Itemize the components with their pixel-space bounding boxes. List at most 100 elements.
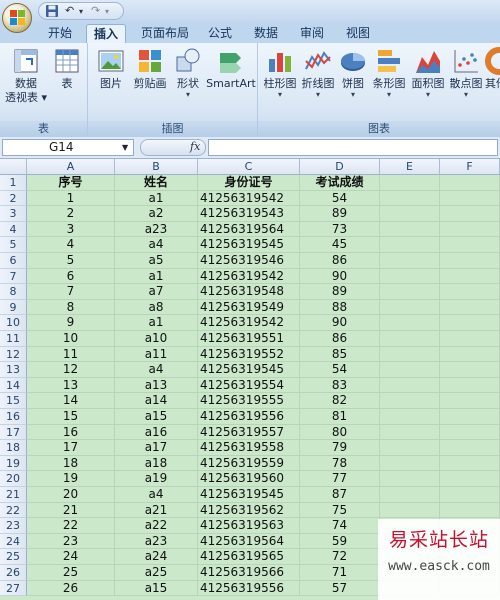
row-header[interactable]: 26 — [0, 565, 27, 581]
cell-d8[interactable]: 89 — [300, 284, 380, 300]
insert-function-button[interactable]: fx — [190, 140, 200, 153]
cell-d7[interactable]: 90 — [300, 268, 380, 285]
cell-f20[interactable] — [440, 471, 500, 487]
row-header[interactable]: 5 — [0, 237, 27, 253]
cell-b19[interactable]: a18 — [115, 455, 198, 472]
cell-a26[interactable]: 25 — [27, 565, 115, 581]
cell-f18[interactable] — [440, 440, 500, 456]
cell-c2[interactable]: 41256319542 — [198, 190, 300, 207]
column-header-d[interactable]: D — [300, 159, 380, 175]
row-header[interactable]: 7 — [0, 268, 27, 285]
cell-f10[interactable] — [440, 315, 500, 331]
cell-e1[interactable] — [380, 175, 440, 191]
office-button[interactable] — [2, 3, 32, 33]
cell-c22[interactable]: 41256319562 — [198, 502, 300, 519]
cell-d20[interactable]: 77 — [300, 471, 380, 487]
cell-e10[interactable] — [380, 315, 440, 331]
cell-a10[interactable]: 9 — [27, 315, 115, 331]
row-header[interactable]: 13 — [0, 362, 27, 378]
cell-c18[interactable]: 41256319558 — [198, 440, 300, 456]
select-all-corner[interactable] — [0, 159, 27, 175]
cell-b16[interactable]: a15 — [115, 409, 198, 425]
cell-e17[interactable] — [380, 424, 440, 441]
cell-c6[interactable]: 41256319546 — [198, 253, 300, 269]
bar-chart-button[interactable]: 条形图 ▾ — [369, 47, 409, 99]
tab-home[interactable]: 开始 — [40, 24, 80, 43]
tab-insert[interactable]: 插入 — [86, 24, 126, 43]
cell-d23[interactable]: 74 — [300, 518, 380, 534]
cell-a6[interactable]: 5 — [27, 253, 115, 269]
cell-b2[interactable]: a1 — [115, 190, 198, 207]
cell-e14[interactable] — [380, 377, 440, 394]
cell-f11[interactable] — [440, 331, 500, 347]
row-header[interactable]: 12 — [0, 346, 27, 363]
cell-c27[interactable]: 41256319556 — [198, 580, 300, 597]
row-header[interactable]: 18 — [0, 440, 27, 456]
cell-b21[interactable]: a4 — [115, 487, 198, 503]
cell-b14[interactable]: a13 — [115, 377, 198, 394]
picture-button[interactable]: 图片 — [94, 47, 128, 91]
row-header[interactable]: 6 — [0, 253, 27, 269]
cell-e7[interactable] — [380, 268, 440, 285]
cell-a25[interactable]: 24 — [27, 549, 115, 565]
row-header[interactable]: 23 — [0, 518, 27, 534]
row-header[interactable]: 9 — [0, 299, 27, 316]
cell-e2[interactable] — [380, 190, 440, 207]
row-header[interactable]: 17 — [0, 424, 27, 441]
cell-a4[interactable]: 3 — [27, 221, 115, 238]
clipart-button[interactable]: 剪贴画 — [130, 47, 170, 91]
other-chart-button[interactable]: 其他 — [485, 47, 500, 91]
scatter-chart-button[interactable]: 散点图 ▾ — [447, 47, 485, 99]
cell-f13[interactable] — [440, 362, 500, 378]
cell-b22[interactable]: a21 — [115, 502, 198, 519]
cell-b11[interactable]: a10 — [115, 331, 198, 347]
cell-c25[interactable]: 41256319565 — [198, 549, 300, 565]
name-box-dropdown-icon[interactable]: ▼ — [122, 143, 128, 152]
cell-d10[interactable]: 90 — [300, 315, 380, 331]
cell-e13[interactable] — [380, 362, 440, 378]
cell-d24[interactable]: 59 — [300, 533, 380, 550]
cell-b17[interactable]: a16 — [115, 424, 198, 441]
cell-d15[interactable]: 82 — [300, 393, 380, 409]
tab-page-layout[interactable]: 页面布局 — [136, 24, 194, 43]
cell-c24[interactable]: 41256319564 — [198, 533, 300, 550]
cell-e6[interactable] — [380, 253, 440, 269]
cell-a17[interactable]: 16 — [27, 424, 115, 441]
cell-a5[interactable]: 4 — [27, 237, 115, 253]
area-chart-button[interactable]: 面积图 ▾ — [409, 47, 447, 99]
cell-d18[interactable]: 79 — [300, 440, 380, 456]
cell-b10[interactable]: a1 — [115, 315, 198, 331]
undo-button[interactable]: ↶ — [65, 4, 74, 17]
cell-d11[interactable]: 86 — [300, 331, 380, 347]
cell-c3[interactable]: 41256319543 — [198, 206, 300, 222]
cell-b20[interactable]: a19 — [115, 471, 198, 487]
cell-a12[interactable]: 11 — [27, 346, 115, 363]
column-header-a[interactable]: A — [27, 159, 115, 175]
cell-d3[interactable]: 89 — [300, 206, 380, 222]
cell-f15[interactable] — [440, 393, 500, 409]
cell-d27[interactable]: 57 — [300, 580, 380, 597]
cell-e4[interactable] — [380, 221, 440, 238]
cell-b4[interactable]: a23 — [115, 221, 198, 238]
cell-a22[interactable]: 21 — [27, 502, 115, 519]
column-header-f[interactable]: F — [440, 159, 500, 175]
cell-f22[interactable] — [440, 502, 500, 519]
cell-c4[interactable]: 41256319564 — [198, 221, 300, 238]
cell-b27[interactable]: a15 — [115, 580, 198, 597]
cell-d2[interactable]: 54 — [300, 190, 380, 207]
row-header[interactable]: 11 — [0, 331, 27, 347]
cell-a27[interactable]: 26 — [27, 580, 115, 597]
cell-b1[interactable]: 姓名 — [115, 175, 198, 191]
cell-c15[interactable]: 41256319555 — [198, 393, 300, 409]
row-header[interactable]: 1 — [0, 175, 27, 191]
cell-c16[interactable]: 41256319556 — [198, 409, 300, 425]
cell-c23[interactable]: 41256319563 — [198, 518, 300, 534]
cell-c11[interactable]: 41256319551 — [198, 331, 300, 347]
cell-e20[interactable] — [380, 471, 440, 487]
cell-c19[interactable]: 41256319559 — [198, 455, 300, 472]
save-icon[interactable] — [45, 4, 59, 21]
redo-button[interactable]: ↷ — [91, 4, 100, 17]
cell-a21[interactable]: 20 — [27, 487, 115, 503]
redo-dropdown-icon[interactable]: ▾ — [105, 7, 109, 16]
cell-f19[interactable] — [440, 455, 500, 472]
